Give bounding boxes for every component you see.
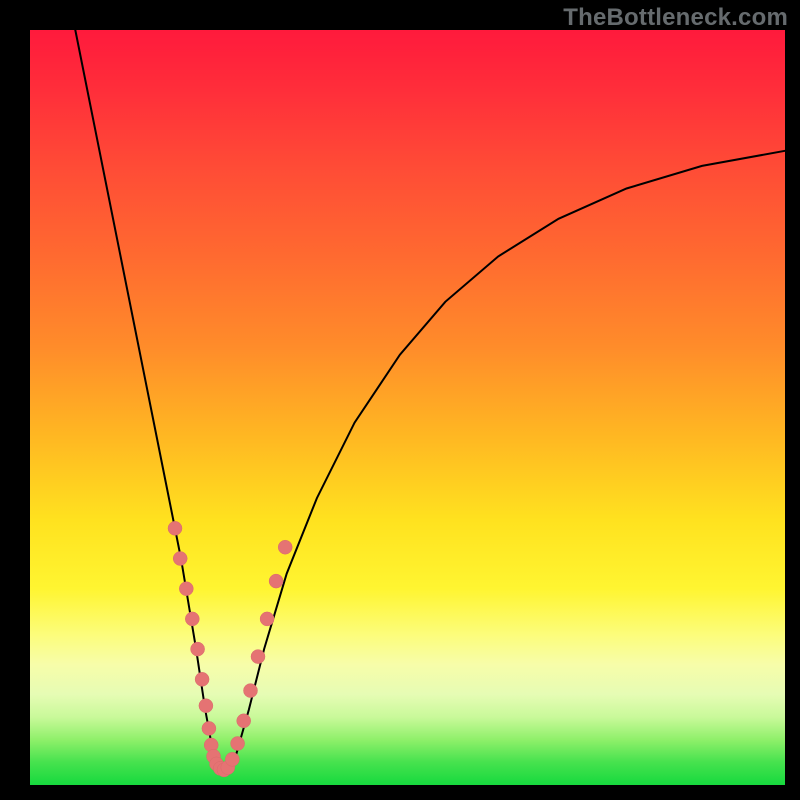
highlighted-point — [199, 699, 213, 713]
highlighted-point — [251, 650, 265, 664]
chart-frame: TheBottleneck.com — [0, 0, 800, 800]
watermark-text: TheBottleneck.com — [563, 4, 788, 32]
highlighted-point — [225, 752, 239, 766]
highlighted-point — [231, 737, 245, 751]
plot-area — [30, 30, 785, 785]
highlighted-point — [195, 672, 209, 686]
highlighted-point — [179, 582, 193, 596]
highlighted-point — [260, 612, 274, 626]
highlighted-point — [269, 574, 283, 588]
highlighted-points-group — [168, 521, 292, 777]
bottleneck-curve — [75, 30, 785, 770]
highlighted-point — [278, 540, 292, 554]
highlighted-point — [202, 721, 216, 735]
highlighted-point — [237, 714, 251, 728]
bottleneck-curve-svg — [30, 30, 785, 785]
highlighted-point — [173, 552, 187, 566]
highlighted-point — [244, 684, 258, 698]
highlighted-point — [185, 612, 199, 626]
highlighted-point — [191, 642, 205, 656]
highlighted-point — [168, 521, 182, 535]
